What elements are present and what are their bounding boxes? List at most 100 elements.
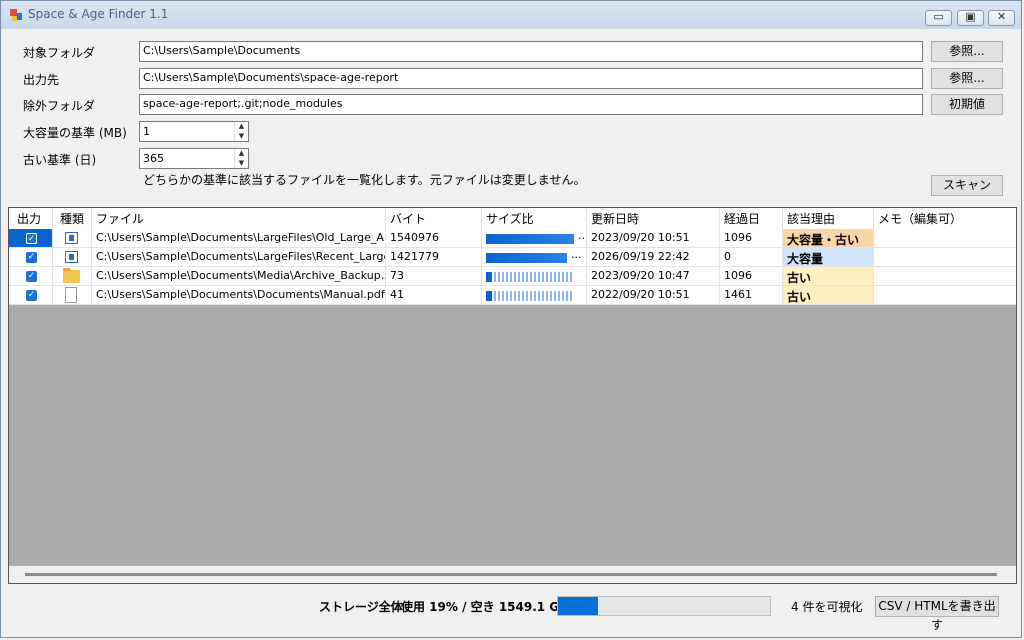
elapsed-cell: 1096 [720,229,783,248]
spin-up-icon[interactable]: ▲ [235,149,248,158]
spin-down-icon[interactable]: ▼ [235,159,248,168]
size-ratio-cell [482,267,587,286]
size-ratio-cell: ... [482,229,587,248]
file-cell: C:\Users\Sample\Documents\Media\Archive_… [92,267,386,286]
table-row[interactable]: ✓ C:\Users\Sample\Documents\Media\Archive… [9,267,1016,286]
file-cell: C:\Users\Sample\Documents\LargeFiles\Old… [92,229,386,248]
col-bytes[interactable]: バイト [386,208,482,229]
visualized-count: 4 件を可視化 [791,600,863,614]
minimize-icon: ▭ [933,10,944,23]
zip-folder-icon [63,268,80,283]
storage-usage-text: 使用 19% / 空き 1549.1 GB [401,600,569,614]
col-size-ratio[interactable]: サイズ比 [482,208,587,229]
size-ratio-cell: ... [482,248,587,267]
table-header: 出力 種類 ファイル バイト サイズ比 更新日時 経過日 該当理由 メモ（編集可… [9,208,1016,229]
minimize-button[interactable]: ▭ [925,10,952,26]
reason-cell: 古い [783,286,874,305]
size-ratio-bar: ... [486,248,582,263]
close-button[interactable]: ✕ [988,10,1015,26]
reset-exclude-button[interactable]: 初期値 [931,94,1003,115]
bytes-cell: 73 [386,267,482,286]
bytes-cell: 1540976 [386,229,482,248]
storage-progress-bar [557,596,771,616]
type-cell [53,286,92,305]
large-threshold-label: 大容量の基準 (MB) [23,126,127,140]
maximize-button[interactable]: ▣ [957,10,984,26]
size-ratio-bar [486,272,574,282]
exclude-folders-label: 除外フォルダ [23,99,96,113]
browse-target-button[interactable]: 参照... [931,41,1003,62]
output-checkbox[interactable]: ✓ [26,271,37,282]
col-elapsed[interactable]: 経過日 [720,208,783,229]
bytes-cell: 41 [386,286,482,305]
horizontal-scrollbar[interactable] [9,566,1016,583]
old-threshold-stepper[interactable]: 365 ▲ ▼ [139,148,249,169]
reason-cell: 古い [783,267,874,286]
old-threshold-value: 365 [143,152,164,165]
modified-cell: 2023/09/20 10:47 [587,267,720,286]
results-table[interactable]: 出力 種類 ファイル バイト サイズ比 更新日時 経過日 該当理由 メモ（編集可… [8,207,1017,584]
type-cell [53,229,92,248]
table-row[interactable]: ✓ C:\Users\Sample\Documents\LargeFiles\Re… [9,248,1016,267]
memo-cell[interactable] [874,286,1016,305]
criteria-hint: どちらかの基準に該当するファイルを一覧化します。元ファイルは変更しません。 [143,173,586,187]
storage-progress-fill [558,597,599,615]
modified-cell: 2023/09/20 10:51 [587,229,720,248]
output-dest-input[interactable]: C:\Users\Sample\Documents\space-age-repo… [139,68,923,89]
browse-output-button[interactable]: 参照... [931,68,1003,89]
app-icon [10,9,22,21]
target-folder-input[interactable]: C:\Users\Sample\Documents [139,41,923,62]
scrollbar-thumb[interactable] [25,573,997,576]
elapsed-cell: 0 [720,248,783,267]
size-ratio-cell [482,286,587,305]
file-cell: C:\Users\Sample\Documents\Documents\Manu… [92,286,386,305]
spin-down-icon[interactable]: ▼ [235,132,248,141]
storage-label: ストレージ全体 [319,600,403,614]
image-file-icon [65,251,78,263]
output-cell: ✓ [9,286,53,305]
scan-button[interactable]: スキャン [931,175,1003,196]
table-row[interactable]: ✓ C:\Users\Sample\Documents\Documents\Man… [9,286,1016,305]
col-memo[interactable]: メモ（編集可） [874,208,1016,229]
spin-up-icon[interactable]: ▲ [235,122,248,131]
image-file-icon [65,232,78,244]
maximize-icon: ▣ [965,10,976,23]
elapsed-cell: 1096 [720,267,783,286]
output-checkbox[interactable]: ✓ [26,290,37,301]
large-threshold-value: 1 [143,125,150,138]
exclude-folders-input[interactable]: space-age-report;.git;node_modules [139,94,923,115]
window-title: Space & Age Finder 1.1 [28,7,169,21]
reason-cell: 大容量 [783,248,874,267]
col-modified[interactable]: 更新日時 [587,208,720,229]
reason-cell: 大容量・古い [783,229,874,248]
memo-cell[interactable] [874,229,1016,248]
output-cell: ✓ [9,248,53,267]
table-row[interactable]: ✓ C:\Users\Sample\Documents\LargeFiles\Ol… [9,229,1016,248]
old-threshold-label: 古い基準 (日) [23,153,97,167]
memo-cell[interactable] [874,248,1016,267]
type-cell [53,248,92,267]
title-bar[interactable]: Space & Age Finder 1.1 ▭ ▣ ✕ [1,1,1021,29]
elapsed-cell: 1461 [720,286,783,305]
target-folder-label: 対象フォルダ [23,46,96,60]
col-file[interactable]: ファイル [92,208,386,229]
memo-cell[interactable] [874,267,1016,286]
type-cell [53,267,92,286]
output-checkbox[interactable]: ✓ [26,233,37,244]
app-window: Space & Age Finder 1.1 ▭ ▣ ✕ 対象フォルダ C:\U… [0,0,1022,638]
close-icon: ✕ [996,10,1007,23]
output-cell: ✓ [9,267,53,286]
large-threshold-stepper[interactable]: 1 ▲ ▼ [139,121,249,142]
document-file-icon [65,287,77,303]
output-dest-label: 出力先 [23,73,60,87]
output-cell: ✓ [9,229,53,248]
col-output[interactable]: 出力 [9,208,53,229]
col-type[interactable]: 種類 [53,208,92,229]
size-ratio-bar [486,291,574,301]
col-reason[interactable]: 該当理由 [783,208,874,229]
output-checkbox[interactable]: ✓ [26,252,37,263]
modified-cell: 2026/09/19 22:42 [587,248,720,267]
size-ratio-bar: ... [486,229,586,244]
export-button[interactable]: CSV / HTMLを書き出す [875,596,999,632]
modified-cell: 2022/09/20 10:51 [587,286,720,305]
